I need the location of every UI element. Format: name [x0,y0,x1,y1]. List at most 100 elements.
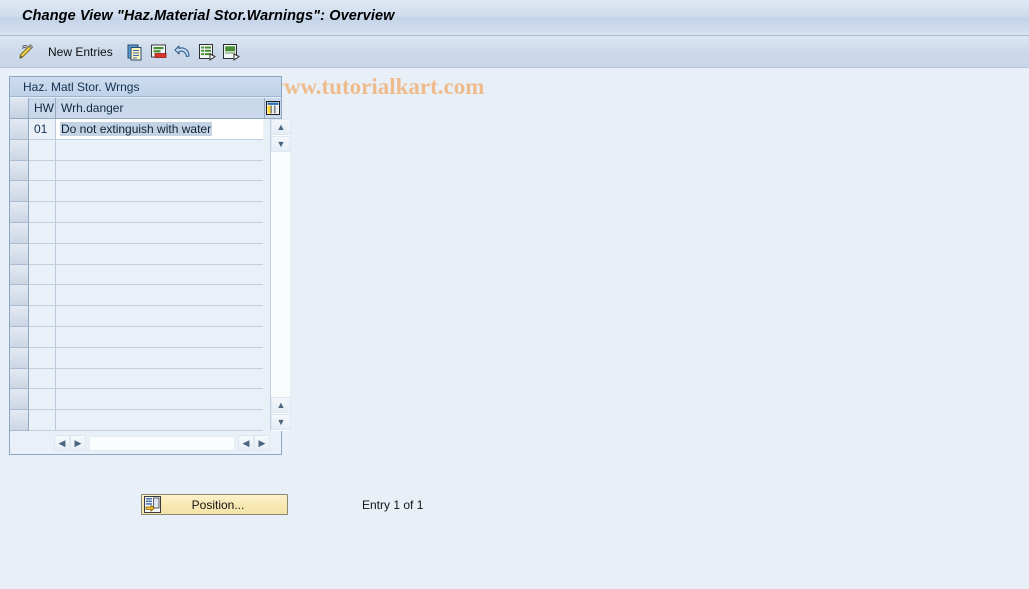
site-watermark: ©www.tutorialkart.com [249,74,484,100]
page-title: Change View "Haz.Material Stor.Warnings"… [22,8,395,24]
column-header-hw[interactable]: HW [29,98,56,119]
cell-hw[interactable] [29,347,56,369]
row-select-button[interactable] [10,222,29,244]
cell-hw[interactable] [29,202,56,223]
new-entries-label: New Entries [48,45,113,59]
cell-wrh-danger[interactable] [56,140,263,161]
row-select-button[interactable] [10,285,29,307]
row-select-button[interactable] [10,368,29,390]
new-entries-button[interactable]: New Entries [42,40,113,64]
table-row[interactable] [10,306,264,327]
table-row[interactable] [10,222,264,244]
scroll-right-button[interactable]: ▶ [70,435,86,451]
table-row[interactable] [10,181,264,203]
select-all-button[interactable] [197,40,217,64]
row-select-button[interactable] [10,326,29,348]
copy-as-button[interactable] [125,40,145,64]
select-all-column-header[interactable] [10,98,29,119]
row-select-button[interactable] [10,389,29,411]
cell-hw[interactable] [29,389,56,411]
cell-hw[interactable] [29,264,56,286]
row-select-button[interactable] [10,264,29,286]
cell-hw[interactable]: 01 [29,119,56,140]
cell-hw[interactable] [29,243,56,265]
cell-hw[interactable] [29,306,56,327]
table-row[interactable] [10,139,264,161]
triangle-up-icon: ▲ [276,399,286,410]
undo-icon [173,42,193,62]
scroll-down-button-bottom[interactable]: ▼ [271,414,291,430]
table-vertical-scrollbar[interactable]: ▲ ▼ ▲ ▼ [270,119,291,431]
delete-button[interactable] [149,40,169,64]
cell-wrh-danger[interactable] [56,181,263,203]
table-footer-strip [10,432,54,454]
cell-wrh-danger-text: Do not extinguish with water [60,121,213,136]
table-row[interactable] [10,410,264,431]
table-settings-button[interactable] [265,98,281,119]
table-row[interactable] [10,202,264,223]
row-select-button[interactable] [10,306,29,327]
scroll-right-button-end[interactable]: ▶ [254,435,270,451]
cell-hw[interactable] [29,410,56,431]
table-row[interactable] [10,160,264,182]
deselect-all-icon [221,42,241,62]
copy-icon [125,42,145,62]
row-select-button[interactable] [10,347,29,369]
triangle-down-icon: ▼ [276,138,286,149]
row-select-button[interactable] [10,119,29,140]
cell-wrh-danger[interactable] [56,223,263,244]
position-button[interactable]: Position... [141,494,288,515]
table-row[interactable] [10,389,264,411]
delete-icon [149,42,169,62]
row-select-button[interactable] [10,160,29,182]
undo-button[interactable] [173,40,193,64]
panel-title-label: Haz. Matl Stor. Wrngs [23,80,140,94]
scroll-left-button-end[interactable]: ◀ [238,435,254,451]
cell-hw[interactable] [29,326,56,348]
cell-hw[interactable] [29,368,56,390]
row-select-button[interactable] [10,202,29,223]
cell-wrh-danger[interactable] [56,327,263,348]
cell-wrh-danger[interactable] [56,348,263,369]
cell-hw[interactable] [29,181,56,203]
cell-hw[interactable] [29,160,56,182]
pencil-icon [16,42,36,62]
table-body: 01 Do not extinguish with water [10,119,264,431]
deselect-all-button[interactable] [221,40,241,64]
row-select-button[interactable] [10,410,29,431]
horizontal-scroll-track[interactable] [89,435,235,451]
cell-wrh-danger[interactable]: Do not extinguish with water [56,119,263,140]
cell-wrh-danger[interactable] [56,202,263,223]
table-row[interactable] [10,347,264,369]
cell-wrh-danger[interactable] [56,410,263,431]
table-row[interactable] [10,243,264,265]
cell-wrh-danger[interactable] [56,389,263,411]
display-change-button[interactable] [16,40,36,64]
scroll-up-button-top[interactable]: ▲ [271,119,291,135]
table-horizontal-scrollbar[interactable]: ◀ ▶ ◀ ▶ [54,432,270,454]
table-row[interactable] [10,326,264,348]
table-row[interactable]: 01 Do not extinguish with water [10,119,264,140]
cell-wrh-danger[interactable] [56,369,263,390]
cell-wrh-danger[interactable] [56,244,263,265]
table-row[interactable] [10,285,264,307]
table-row[interactable] [10,368,264,390]
cell-wrh-danger[interactable] [56,265,263,286]
cell-wrh-danger[interactable] [56,306,263,327]
scroll-up-button-bottom[interactable]: ▲ [271,397,291,413]
cell-wrh-danger[interactable] [56,285,263,307]
row-select-button[interactable] [10,243,29,265]
cell-hw[interactable] [29,285,56,307]
table-header-row: HW Wrh.danger [10,98,281,119]
cell-hw[interactable] [29,222,56,244]
scroll-down-button-top[interactable]: ▼ [271,136,291,152]
select-all-icon [197,42,217,62]
table-row[interactable] [10,264,264,286]
row-select-button[interactable] [10,139,29,161]
cell-hw[interactable] [29,139,56,161]
row-select-button[interactable] [10,181,29,203]
column-header-wrh-danger[interactable]: Wrh.danger [56,98,265,119]
triangle-right-icon: ▶ [74,437,82,448]
scroll-left-button[interactable]: ◀ [54,435,70,451]
cell-wrh-danger[interactable] [56,161,263,182]
